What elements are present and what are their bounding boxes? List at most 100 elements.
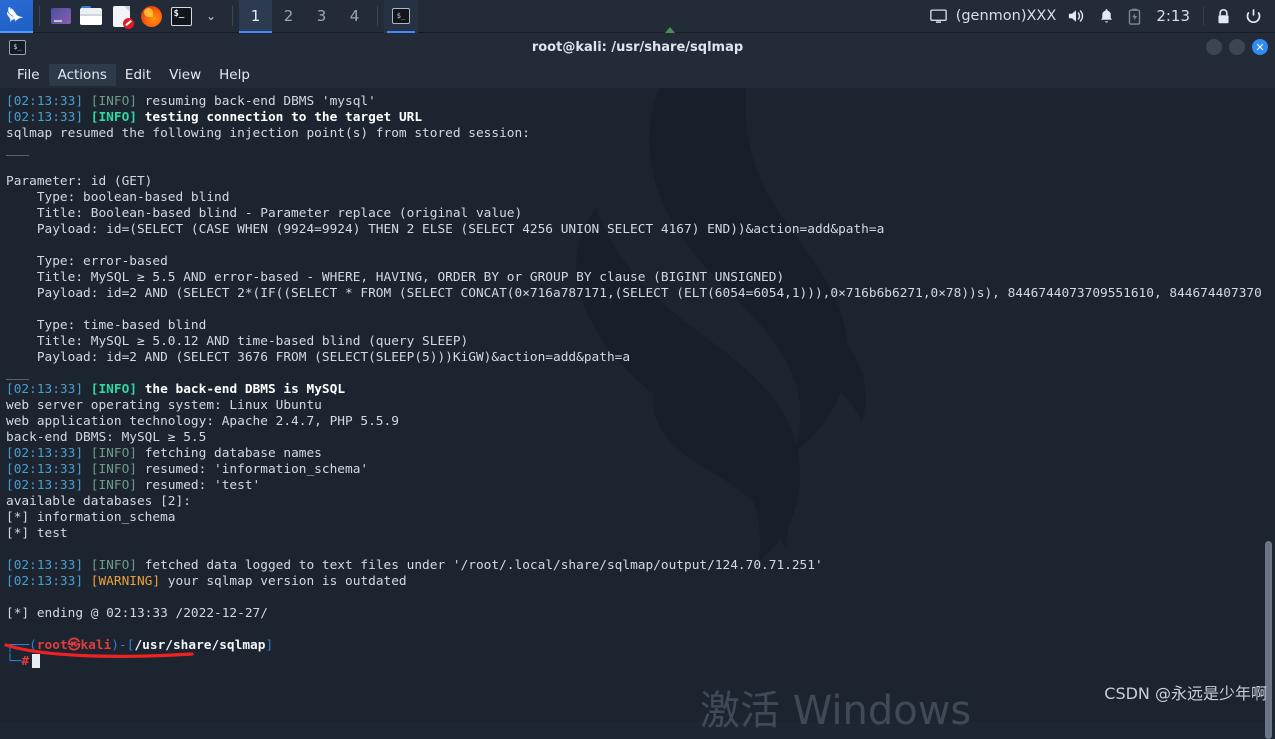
firefox-icon[interactable]	[136, 0, 166, 33]
menubar: File Actions Edit View Help	[0, 61, 1275, 88]
terminal-line: [02:13:33] [INFO] resuming back-end DBMS…	[6, 94, 1275, 110]
genmon-label[interactable]: (genmon)XXX	[954, 8, 1061, 24]
terminal-span: [02:13:33]	[6, 462, 91, 477]
text-editor-icon[interactable]	[106, 0, 136, 33]
terminal-line: ___	[6, 142, 1275, 158]
terminal-span: sqlmap resumed the following injection p…	[6, 126, 530, 141]
workspace-2[interactable]: 2	[272, 0, 305, 33]
terminal-line: web server operating system: Linux Ubunt…	[6, 398, 1275, 414]
terminal-span: the back-end DBMS is MySQL	[144, 382, 346, 397]
terminal-span: resumed: 'test'	[136, 478, 261, 493]
terminal-span: [02:13:33]	[6, 574, 91, 589]
terminal-line: Type: boolean-based blind	[6, 190, 1275, 206]
prompt-paren-open: (	[29, 638, 37, 653]
taskbar-launchers: $_ ⌄ 1 2 3 4 $_	[0, 0, 418, 33]
terminal-span: [*] information_schema	[6, 510, 176, 525]
prompt-host: kali	[80, 638, 112, 653]
terminal-line: [02:13:33] [INFO] resumed: 'test'	[6, 478, 1275, 494]
terminal-line: Payload: id=(SELECT (CASE WHEN (9924=992…	[6, 222, 1275, 238]
terminal-line: Type: error-based	[6, 254, 1275, 270]
logout-glyph	[1246, 8, 1261, 23]
file-manager-icon[interactable]	[76, 0, 106, 33]
terminal-line: [*] information_schema	[6, 510, 1275, 526]
terminal-span: Title: MySQL ≥ 5.0.12 AND time-based bli…	[6, 334, 469, 349]
tray-indicator-arrow	[665, 26, 676, 33]
tray-separator	[1203, 6, 1204, 26]
lock-icon[interactable]	[1209, 0, 1238, 33]
terminal-span: your sqlmap version is outdated	[160, 574, 407, 589]
csdn-watermark: CSDN @永远是少年啊	[1104, 684, 1267, 703]
terminal-line: Title: Boolean-based blind - Parameter r…	[6, 206, 1275, 222]
menu-view[interactable]: View	[160, 64, 210, 86]
terminal-span: back-end DBMS: MySQL ≥ 5.5	[6, 430, 207, 445]
kali-menu-icon[interactable]	[0, 0, 33, 33]
terminal-span: fetching database names	[136, 446, 322, 461]
terminal-scrollbar[interactable]	[1262, 88, 1275, 739]
terminal-line: Title: MySQL ≥ 5.0.12 AND time-based bli…	[6, 334, 1275, 350]
terminal-line: Payload: id=2 AND (SELECT 2*(IF((SELECT …	[6, 286, 1275, 302]
terminal-span: Type: error-based	[6, 254, 168, 269]
clock[interactable]: 2:13	[1148, 7, 1198, 25]
terminal-span: [*] ending @ 02:13:33 /2022-12-27/	[6, 606, 268, 621]
prompt-bracket-close: ]	[265, 638, 274, 653]
terminal-line: Type: time-based blind	[6, 318, 1275, 334]
workspace-3[interactable]: 3	[305, 0, 338, 33]
workspace-switcher: 1 2 3 4	[239, 0, 371, 33]
terminal-span: [INFO]	[90, 462, 137, 477]
workspace-4[interactable]: 4	[338, 0, 371, 33]
terminal-span: resuming back-end DBMS 'mysql'	[136, 94, 376, 109]
terminal-span: resumed: 'information_schema'	[136, 462, 369, 477]
terminal-icon[interactable]: $_	[166, 0, 196, 33]
terminal-span: [INFO]	[90, 94, 137, 109]
menu-help[interactable]: Help	[210, 64, 259, 86]
terminal-span: available databases [2]:	[6, 494, 191, 509]
taskbar-spacer	[418, 0, 923, 33]
volume-glyph	[1069, 10, 1084, 22]
battery-icon[interactable]	[1121, 0, 1148, 33]
close-button[interactable]: ✕	[1252, 39, 1268, 55]
terminal-line: [02:13:33] [INFO] fetching database name…	[6, 446, 1275, 462]
menu-actions[interactable]: Actions	[48, 63, 116, 86]
taskbar-window-terminal[interactable]: $_	[384, 0, 418, 33]
workspace-1[interactable]: 1	[239, 0, 272, 33]
prompt-user: root	[36, 638, 68, 653]
terminal-span: [*] test	[6, 526, 68, 541]
window-titlebar[interactable]: $_ root@kali: /usr/share/sqlmap ✕	[0, 33, 1275, 61]
minimize-button[interactable]	[1206, 39, 1222, 55]
taskbar-separator-3	[377, 6, 378, 26]
prompt-dash: -	[119, 638, 127, 653]
terminal-span: [02:13:33]	[6, 558, 91, 573]
terminal-span: [02:13:33]	[6, 446, 91, 461]
volume-icon[interactable]	[1060, 0, 1092, 33]
prompt-at-symbol: ㉿	[67, 638, 81, 653]
lock-glyph	[1218, 8, 1229, 23]
terminal-span: Payload: id=2 AND (SELECT 3676 FROM (SEL…	[6, 350, 631, 365]
terminal-span: [INFO]	[90, 446, 137, 461]
shell-prompt[interactable]: ┌──(root㉿kali)-[/usr/share/sqlmap] └─#	[6, 638, 1275, 670]
terminal-line: Payload: id=2 AND (SELECT 3676 FROM (SEL…	[6, 350, 1275, 366]
maximize-button[interactable]	[1229, 39, 1245, 55]
terminal-span	[137, 382, 145, 397]
terminal-span: fetched data logged to text files under …	[136, 558, 823, 573]
terminal-line: [02:13:33] [WARNING] your sqlmap version…	[6, 574, 1275, 590]
window-title: root@kali: /usr/share/sqlmap	[531, 39, 744, 55]
app-window-icon[interactable]	[46, 0, 76, 33]
bell-icon[interactable]	[1092, 0, 1121, 33]
terminal-window: $_ root@kali: /usr/share/sqlmap ✕ File A…	[0, 33, 1275, 739]
menu-file[interactable]: File	[8, 64, 49, 86]
menu-edit[interactable]: Edit	[116, 64, 160, 86]
chevron-down-icon[interactable]: ⌄	[196, 0, 226, 33]
terminal-line: [02:13:33] [INFO] resumed: 'information_…	[6, 462, 1275, 478]
terminal-span: Payload: id=2 AND (SELECT 2*(IF((SELECT …	[36, 286, 1275, 301]
terminal-span: [02:13:33]	[6, 94, 91, 109]
terminal-output-area[interactable]: [02:13:33] [INFO] resuming back-end DBMS…	[0, 88, 1275, 722]
scrollbar-thumb[interactable]	[1265, 541, 1272, 739]
logout-icon[interactable]	[1238, 0, 1269, 33]
display-icon[interactable]	[923, 0, 954, 33]
terminal-span: Type: boolean-based blind	[6, 190, 230, 205]
